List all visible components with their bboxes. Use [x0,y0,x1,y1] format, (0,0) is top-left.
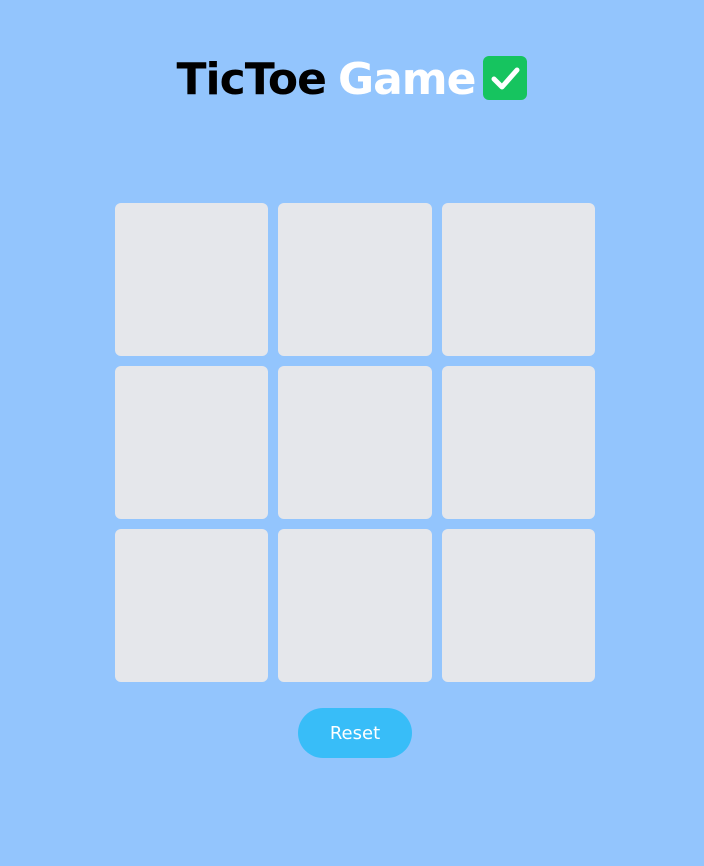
board-cell-3[interactable] [442,203,595,356]
board-cell-4[interactable] [115,366,268,519]
check-icon [483,56,528,100]
board-cell-1[interactable] [115,203,268,356]
board-cell-9[interactable] [442,529,595,682]
game-board [115,203,595,682]
board-cell-7[interactable] [115,529,268,682]
title-game: Game [337,54,476,105]
board-cell-8[interactable] [278,529,432,682]
title-tictoe: TicToe [176,54,327,105]
board-cell-2[interactable] [278,203,432,356]
page-header: TicToe Game [0,52,704,108]
board-cell-5[interactable] [278,366,432,519]
reset-button[interactable]: Reset [298,708,412,758]
page-title: TicToe Game [176,52,477,108]
board-cell-6[interactable] [442,366,595,519]
